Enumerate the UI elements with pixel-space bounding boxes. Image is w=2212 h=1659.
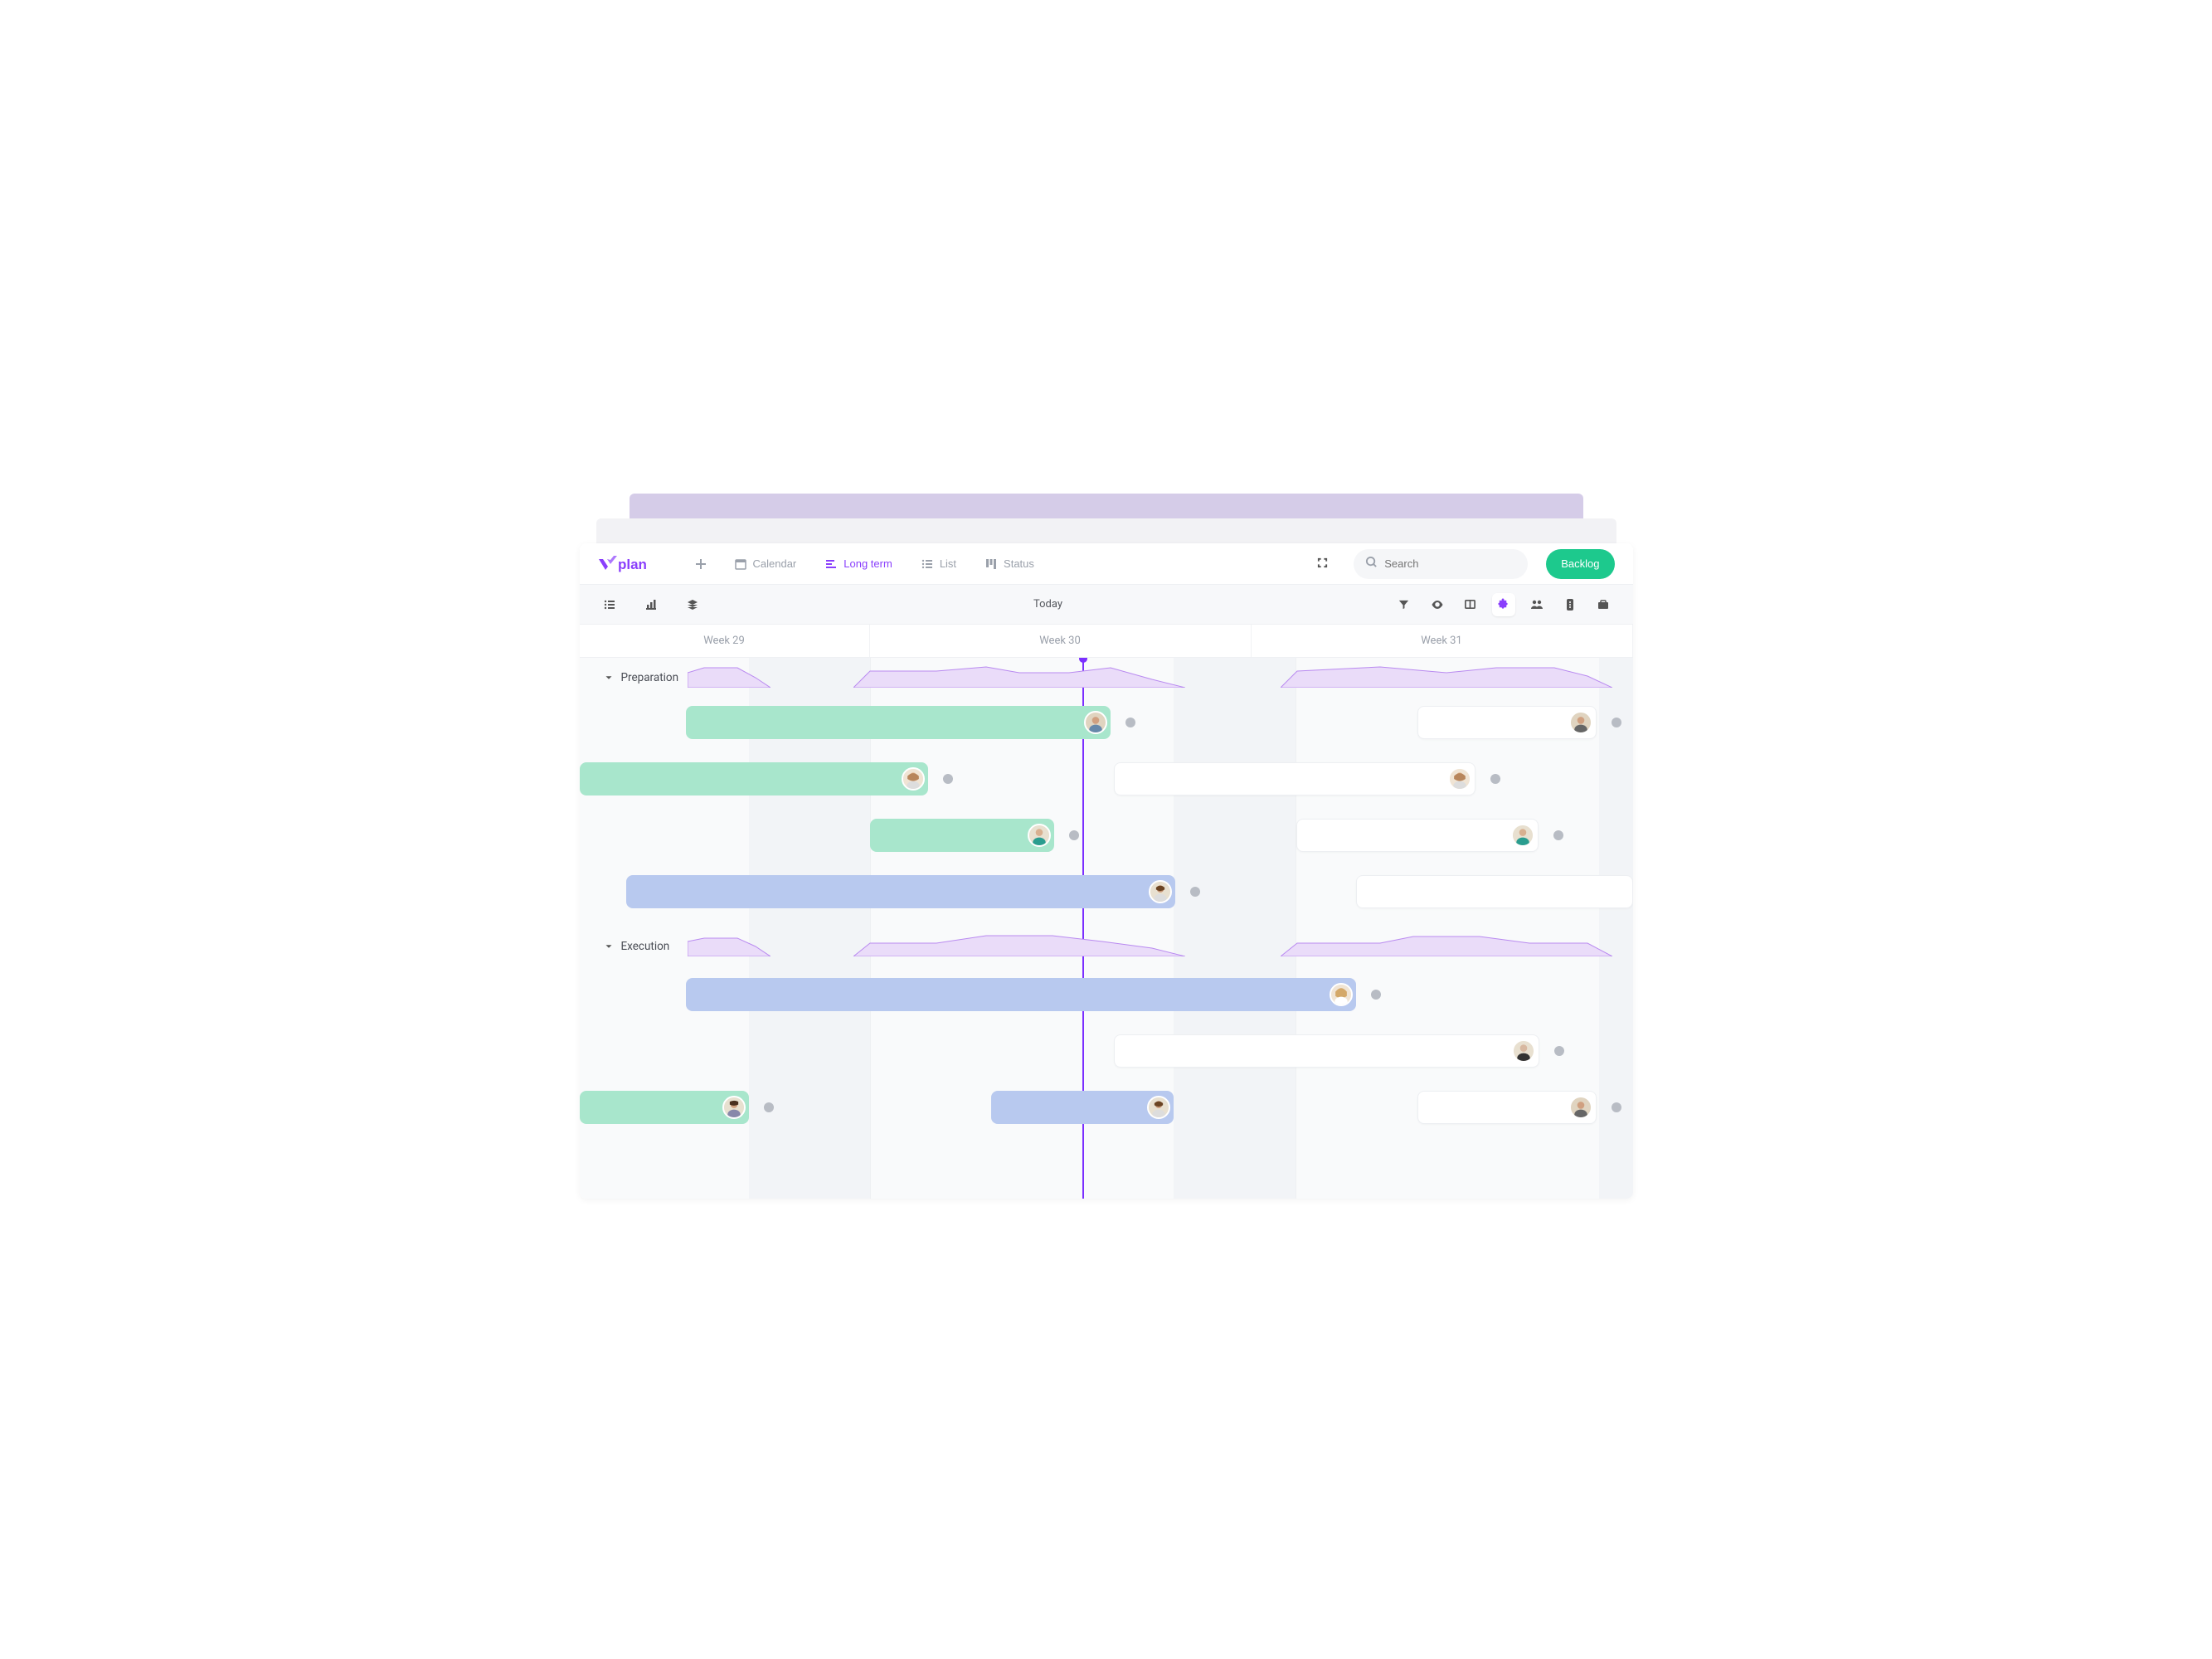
- status-dot[interactable]: [1612, 1102, 1621, 1112]
- avatar[interactable]: [1511, 824, 1534, 847]
- status-dot[interactable]: [1125, 718, 1135, 727]
- weekend-cell: [1599, 658, 1633, 1199]
- group-label: Preparation: [621, 671, 679, 684]
- capacity-curve: [853, 932, 1185, 956]
- capacity-curve: [1281, 663, 1612, 688]
- task-bar[interactable]: [1114, 762, 1475, 795]
- group-header-execution[interactable]: Execution: [580, 933, 670, 960]
- search-icon: [1365, 556, 1384, 572]
- capacity-curve: [853, 663, 1185, 688]
- task-bar[interactable]: [1356, 875, 1633, 908]
- task-bar[interactable]: [1417, 1091, 1597, 1124]
- add-button[interactable]: [691, 554, 711, 574]
- status-dot[interactable]: [1612, 718, 1621, 727]
- chevron-down-icon[interactable]: [603, 941, 615, 952]
- weekend-cell: [1174, 658, 1296, 1199]
- app-window: plan Calendar Long term List Status: [580, 543, 1633, 1199]
- week-column: Week 30: [870, 625, 1252, 657]
- group-label: Execution: [621, 940, 670, 953]
- puzzle-icon[interactable]: [1492, 593, 1515, 616]
- avatar[interactable]: [1512, 1039, 1535, 1063]
- task-bar[interactable]: [626, 875, 1175, 908]
- week-column: Week 29: [580, 625, 870, 657]
- avatar[interactable]: [902, 767, 925, 791]
- plus-icon: [694, 557, 707, 571]
- eye-icon[interactable]: [1426, 593, 1449, 616]
- view-layers-icon[interactable]: [681, 593, 704, 616]
- search-input[interactable]: [1384, 557, 1530, 570]
- nav-calendar[interactable]: Calendar: [729, 554, 802, 574]
- kanban-icon: [984, 557, 998, 571]
- status-dot[interactable]: [1490, 774, 1500, 784]
- team-icon[interactable]: [1525, 593, 1548, 616]
- list-icon: [921, 557, 934, 571]
- backlog-button[interactable]: Backlog: [1546, 549, 1614, 579]
- nav-long-term[interactable]: Long term: [819, 554, 897, 574]
- columns-icon[interactable]: [1459, 593, 1482, 616]
- svg-text:plan: plan: [618, 557, 647, 572]
- resource-icon[interactable]: [1558, 593, 1582, 616]
- toolbar: Today: [580, 585, 1633, 625]
- nav-label: Status: [1004, 557, 1034, 570]
- status-dot[interactable]: [943, 774, 953, 784]
- avatar[interactable]: [1149, 880, 1172, 903]
- expand-icon: [1316, 557, 1329, 572]
- nav-list[interactable]: List: [916, 554, 961, 574]
- search-box[interactable]: [1354, 549, 1528, 579]
- group-header-preparation[interactable]: Preparation: [580, 664, 679, 691]
- avatar[interactable]: [1147, 1096, 1170, 1119]
- capacity-curve: [688, 932, 771, 956]
- task-bar[interactable]: [686, 706, 1111, 739]
- status-dot[interactable]: [764, 1102, 774, 1112]
- chevron-down-icon[interactable]: [603, 672, 615, 684]
- task-bar[interactable]: [1114, 1034, 1539, 1068]
- avatar[interactable]: [1569, 1096, 1592, 1119]
- status-dot[interactable]: [1554, 1046, 1564, 1056]
- avatar[interactable]: [1084, 711, 1107, 734]
- task-bar[interactable]: [991, 1091, 1174, 1124]
- gantt-icon: [824, 557, 838, 571]
- task-bar[interactable]: [870, 819, 1054, 852]
- status-dot[interactable]: [1190, 887, 1200, 897]
- week-column: Week 31: [1252, 625, 1633, 657]
- calendar-icon: [734, 557, 747, 571]
- capacity-curve: [1281, 932, 1612, 956]
- view-list-icon[interactable]: [598, 593, 621, 616]
- capacity-curve: [688, 663, 771, 688]
- task-bar[interactable]: [686, 978, 1356, 1011]
- filter-icon[interactable]: [1393, 593, 1416, 616]
- nav-label: List: [940, 557, 956, 570]
- topbar: plan Calendar Long term List Status: [580, 543, 1633, 585]
- nav-label: Long term: [843, 557, 892, 570]
- status-dot[interactable]: [1069, 830, 1079, 840]
- task-bar[interactable]: [1296, 819, 1539, 852]
- status-dot[interactable]: [1553, 830, 1563, 840]
- briefcase-icon[interactable]: [1592, 593, 1615, 616]
- avatar[interactable]: [1028, 824, 1051, 847]
- task-bar[interactable]: [580, 1091, 749, 1124]
- timeline-body[interactable]: Preparation: [580, 658, 1633, 1199]
- avatar[interactable]: [1448, 767, 1471, 791]
- view-chart-icon[interactable]: [639, 593, 663, 616]
- logo[interactable]: plan: [598, 552, 673, 576]
- nav-status[interactable]: Status: [980, 554, 1039, 574]
- task-bar[interactable]: [1417, 706, 1597, 739]
- nav-label: Calendar: [753, 557, 797, 570]
- fullscreen-button[interactable]: [1309, 551, 1335, 577]
- today-label[interactable]: Today: [704, 598, 1393, 611]
- task-bar[interactable]: [580, 762, 928, 795]
- avatar[interactable]: [1569, 711, 1592, 734]
- status-dot[interactable]: [1371, 990, 1381, 1000]
- avatar[interactable]: [722, 1096, 746, 1119]
- avatar[interactable]: [1330, 983, 1353, 1006]
- weeks-header: Week 29 Week 30 Week 31: [580, 625, 1633, 658]
